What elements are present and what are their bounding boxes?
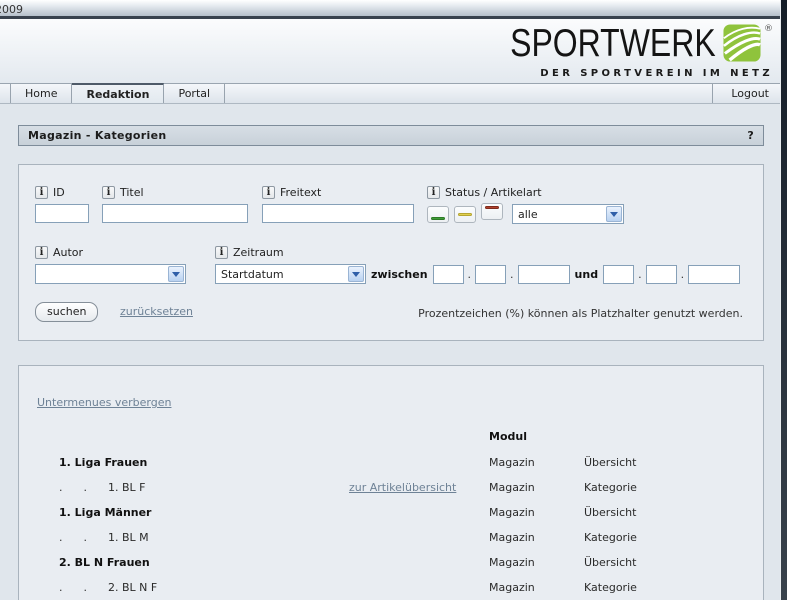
brand-tagline: DER SPORTVEREIN IM NETZ <box>465 68 773 79</box>
art-cell: Kategorie <box>584 581 747 594</box>
table-row: 1. Liga Frauen Magazin Übersicht <box>59 450 747 475</box>
registered-trademark: ® <box>764 24 773 34</box>
categories-table: Modul 1. Liga Frauen Magazin Übersicht .… <box>59 422 747 600</box>
autor-select[interactable] <box>35 264 186 284</box>
browser-chrome-bar: 2009 <box>0 0 787 19</box>
id-label: ID <box>53 186 65 199</box>
art-cell: Übersicht <box>584 556 747 569</box>
category-name: 1. Liga Männer <box>59 506 349 519</box>
table-row: . . 2. BL N F Magazin Kategorie <box>59 575 747 600</box>
indent-dots: . . <box>59 581 108 594</box>
table-row: . . 1. BL F zur Artikelübersicht Magazin… <box>59 475 747 500</box>
date-to-day-input[interactable] <box>603 265 634 284</box>
window-edge <box>780 0 787 600</box>
tab-home[interactable]: Home <box>11 84 72 103</box>
placeholder-hint: Prozentzeichen (%) können als Platzhalte… <box>418 307 743 320</box>
search-panel: i ID i Titel i Freitext <box>18 164 764 341</box>
info-icon[interactable]: i <box>427 186 440 199</box>
freitext-label: Freitext <box>280 186 321 199</box>
category-name: 2. BL N Frauen <box>59 556 349 569</box>
modul-cell: Magazin <box>489 506 584 519</box>
results-panel: Untermenues verbergen Modul 1. Liga Frau… <box>18 365 764 600</box>
nav-spacer <box>0 84 11 103</box>
toggle-submenus-link[interactable]: Untermenues verbergen <box>37 396 171 409</box>
zeitraum-select[interactable]: Startdatum <box>215 264 366 284</box>
id-input[interactable] <box>35 204 89 223</box>
titel-label: Titel <box>120 186 144 199</box>
sportwerk-logo-icon <box>723 24 761 62</box>
article-overview-link[interactable]: zur Artikelübersicht <box>349 481 456 494</box>
chevron-down-icon <box>348 266 364 282</box>
date-from-day-input[interactable] <box>433 265 464 284</box>
art-cell: Kategorie <box>584 481 747 494</box>
info-icon[interactable]: i <box>35 246 48 259</box>
modul-cell: Magazin <box>489 531 584 544</box>
tab-redaktion[interactable]: Redaktion <box>72 83 164 103</box>
category-name: 1. Liga Frauen <box>59 456 349 469</box>
date-from-month-input[interactable] <box>475 265 506 284</box>
category-name: . . 1. BL M <box>59 531 349 544</box>
modul-column-header: Modul <box>489 430 584 443</box>
freitext-input[interactable] <box>262 204 414 223</box>
zwischen-label: zwischen <box>371 268 428 281</box>
reset-link[interactable]: zurücksetzen <box>120 305 193 318</box>
category-name: . . 1. BL F <box>59 481 349 494</box>
zeitraum-label: Zeitraum <box>233 246 284 259</box>
status-artikelart-label: Status / Artikelart <box>445 186 542 199</box>
art-cell: Übersicht <box>584 506 747 519</box>
art-cell: Kategorie <box>584 531 747 544</box>
brand-name: SPORTWERK <box>510 24 716 64</box>
info-icon[interactable]: i <box>262 186 275 199</box>
main-nav: Home Redaktion Portal Logout <box>0 83 787 104</box>
date-to-month-input[interactable] <box>646 265 677 284</box>
help-button[interactable]: ? <box>747 129 754 142</box>
chevron-down-icon <box>168 266 184 282</box>
content-area: Magazin - Kategorien ? i ID i Titel <box>0 104 787 597</box>
page-header: SPORTWERK ® DER SPORTVEREIN IM NETZ <box>0 19 787 83</box>
info-icon[interactable]: i <box>215 246 228 259</box>
search-button[interactable]: suchen <box>35 302 98 322</box>
table-row: . . 1. BL M Magazin Kategorie <box>59 525 747 550</box>
logout-button[interactable]: Logout <box>712 84 787 103</box>
table-header-row: Modul <box>59 422 747 450</box>
page-title-bar: Magazin - Kategorien ? <box>18 125 764 146</box>
status-online-icon[interactable] <box>427 206 449 223</box>
info-icon[interactable]: i <box>35 186 48 199</box>
table-row: 2. BL N Frauen Magazin Übersicht <box>59 550 747 575</box>
autor-label: Autor <box>53 246 83 259</box>
table-row: 1. Liga Männer Magazin Übersicht <box>59 500 747 525</box>
art-cell: Übersicht <box>584 456 747 469</box>
modul-cell: Magazin <box>489 481 584 494</box>
status-offline-icon[interactable] <box>481 203 503 220</box>
category-name: . . 2. BL N F <box>59 581 349 594</box>
und-label: und <box>575 268 599 281</box>
modul-cell: Magazin <box>489 556 584 569</box>
chevron-down-icon <box>606 206 622 222</box>
info-icon[interactable]: i <box>102 186 115 199</box>
brand-logo: SPORTWERK ® DER SPORTVEREIN IM NETZ <box>465 24 773 79</box>
date-to-year-input[interactable] <box>688 265 740 284</box>
tab-portal[interactable]: Portal <box>164 84 225 103</box>
date-from-year-input[interactable] <box>518 265 570 284</box>
indent-dots: . . <box>59 531 108 544</box>
titel-input[interactable] <box>102 204 248 223</box>
page-title: Magazin - Kategorien <box>28 129 166 142</box>
indent-dots: . . <box>59 481 108 494</box>
app-window: 2009 SPORTWERK ® DER SPORTVEREIN IM NETZ… <box>0 0 787 600</box>
modul-cell: Magazin <box>489 456 584 469</box>
status-draft-icon[interactable] <box>454 206 476 223</box>
chrome-date-text: 2009 <box>0 3 23 16</box>
article-link-cell: zur Artikelübersicht <box>349 481 489 494</box>
modul-cell: Magazin <box>489 581 584 594</box>
artikelart-select[interactable]: alle <box>512 204 624 224</box>
